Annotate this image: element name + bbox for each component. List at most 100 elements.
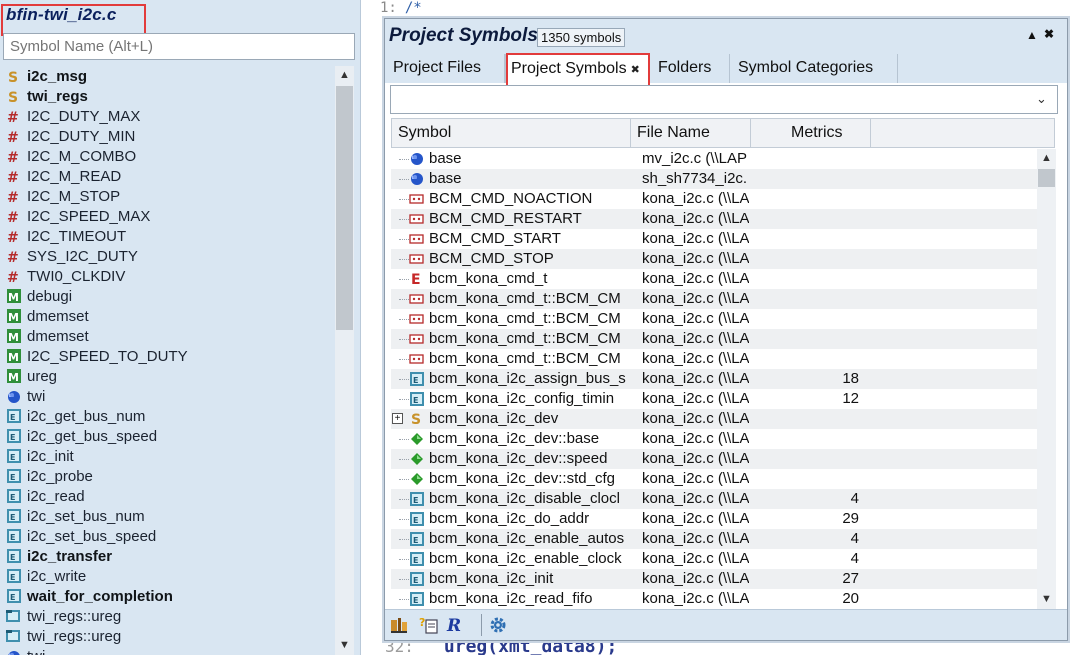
tab-label: Project Files	[393, 59, 482, 76]
symbol-label: I2C_M_STOP	[27, 187, 121, 205]
symbol-list-item[interactable]: # I2C_TIMEOUT	[0, 226, 333, 246]
symbol-list-item[interactable]: Ei2c_set_bus_num	[0, 506, 333, 526]
symbol-list-item[interactable]: twi_regs::ureg	[0, 606, 333, 626]
symbol-table-row[interactable]: bcm_kona_cmd_t::BCM_CM kona_i2c.c (\\LA	[391, 289, 1037, 309]
symbol-name-cell: BCM_CMD_NOACTION	[429, 190, 593, 207]
symbol-list-item[interactable]: # TWI0_CLKDIV	[0, 266, 333, 286]
symbol-table-row[interactable]: Ebcm_kona_i2c_init kona_i2c.c (\\LA 27	[391, 569, 1037, 589]
scroll-thumb[interactable]	[336, 86, 353, 330]
symbol-label: twi_regs::ureg	[27, 627, 122, 645]
symbol-list-item[interactable]: Ei2c_probe	[0, 466, 333, 486]
symbol-table-row[interactable]: bcm_kona_cmd_t::BCM_CM kona_i2c.c (\\LA	[391, 329, 1037, 349]
symbol-list-item[interactable]: Ei2c_read	[0, 486, 333, 506]
symbol-table-row[interactable]: Ebcm_kona_i2c_disable_clocl kona_i2c.c (\…	[391, 489, 1037, 509]
lookup-references-icon[interactable]: ?	[419, 615, 439, 635]
symbol-list-item[interactable]: Stwi_regs	[0, 86, 333, 106]
symbol-browser-icon[interactable]	[389, 615, 409, 635]
regex-icon[interactable]: R	[445, 615, 465, 635]
symbol-table-row[interactable]: Ebcm_kona_cmd_t kona_i2c.c (\\LA	[391, 269, 1037, 289]
symbol-table-row[interactable]: Ebcm_kona_i2c_enable_clock kona_i2c.c (\\…	[391, 549, 1037, 569]
symbol-list-item[interactable]: twi_regs::ureg	[0, 626, 333, 646]
column-header-metrics[interactable]: Metrics	[751, 119, 871, 147]
member-function-icon	[6, 609, 21, 624]
symbol-search-input[interactable]	[3, 33, 355, 60]
symbol-list-item[interactable]: # I2C_M_READ	[0, 166, 333, 186]
grid-scrollbar[interactable]: ▲ ▼	[1037, 149, 1056, 609]
symbol-table-row[interactable]: bcm_kona_cmd_t::BCM_CM kona_i2c.c (\\LA	[391, 309, 1037, 329]
symbol-label: twi	[27, 648, 45, 655]
chevron-down-icon[interactable]: ⌄	[1036, 91, 1047, 107]
scroll-down-icon[interactable]: ▼	[1037, 590, 1056, 608]
settings-gear-icon[interactable]	[488, 615, 508, 635]
symbol-list-item[interactable]: Mdmemset	[0, 306, 333, 326]
symbol-list-item[interactable]: # I2C_SPEED_MAX	[0, 206, 333, 226]
symbol-table-row[interactable]: base mv_i2c.c (\\LAP	[391, 149, 1037, 169]
close-window-button[interactable]: ✖	[1044, 27, 1054, 41]
symbol-list-item[interactable]: Ei2c_write	[0, 566, 333, 586]
expand-icon[interactable]: +	[392, 413, 403, 424]
tab-project-symbols[interactable]: Project Symbols ✖	[505, 54, 650, 83]
project-window-title: Project Symbols	[389, 25, 538, 46]
tab-folders[interactable]: Folders	[650, 54, 730, 83]
tree-connector	[399, 179, 409, 180]
symbol-list-item[interactable]: Ei2c_get_bus_num	[0, 406, 333, 426]
symbol-table-row[interactable]: BCM_CMD_STOP kona_i2c.c (\\LA	[391, 249, 1037, 269]
tab-close-icon[interactable]: ✖	[631, 64, 640, 76]
metrics-cell: 20	[842, 590, 859, 607]
symbol-list-item[interactable]: Ei2c_init	[0, 446, 333, 466]
symbol-list-item[interactable]: Mureg	[0, 366, 333, 386]
scroll-up-icon[interactable]: ▲	[1037, 149, 1056, 167]
metrics-cell: 29	[842, 510, 859, 527]
symbol-table-row[interactable]: Ebcm_kona_i2c_enable_autos kona_i2c.c (\\…	[391, 529, 1037, 549]
symbol-table-row[interactable]: + Sbcm_kona_i2c_dev kona_i2c.c (\\LA	[391, 409, 1037, 429]
svg-text:#: #	[7, 150, 19, 164]
symbol-table-row[interactable]: BCM_CMD_START kona_i2c.c (\\LA	[391, 229, 1037, 249]
symbol-list-item[interactable]: Mdebugi	[0, 286, 333, 306]
symbol-table-row[interactable]: Ebcm_kona_i2c_read_fifo kona_i2c.c (\\LA 2…	[391, 589, 1037, 609]
enum-constant-icon	[409, 251, 424, 266]
symbol-list-item[interactable]: Mdmemset	[0, 326, 333, 346]
column-header-file-name[interactable]: File Name	[631, 119, 751, 147]
symbol-list-item[interactable]: # I2C_M_STOP	[0, 186, 333, 206]
symbol-list-item[interactable]: # I2C_DUTY_MIN	[0, 126, 333, 146]
symbol-table-row[interactable]: bcm_kona_i2c_dev::std_cfg kona_i2c.c (\\L…	[391, 469, 1037, 489]
symbol-list-item[interactable]: Si2c_msg	[0, 66, 333, 86]
symbol-table-row[interactable]: Ebcm_kona_i2c_assign_bus_s kona_i2c.c (\\…	[391, 369, 1037, 389]
symbol-table-row[interactable]: bcm_kona_i2c_dev::base kona_i2c.c (\\LA	[391, 429, 1037, 449]
symbol-list-item[interactable]: # SYS_I2C_DUTY	[0, 246, 333, 266]
symbol-list-item[interactable]: Ei2c_set_bus_speed	[0, 526, 333, 546]
symbol-table-row[interactable]: bcm_kona_i2c_dev::speed kona_i2c.c (\\LA	[391, 449, 1037, 469]
symbol-list-item[interactable]: M I2C_SPEED_TO_DUTY	[0, 346, 333, 366]
scroll-thumb[interactable]	[1038, 169, 1055, 187]
symbol-list-item[interactable]: twi	[0, 386, 333, 406]
scroll-down-icon[interactable]: ▼	[335, 636, 354, 654]
symbol-label: dmemset	[27, 307, 89, 325]
symbol-list-item[interactable]: twi	[0, 646, 333, 655]
scroll-up-icon[interactable]: ▲	[335, 66, 354, 84]
function-icon: E	[6, 569, 21, 584]
symbol-table-row[interactable]: BCM_CMD_RESTART kona_i2c.c (\\LA	[391, 209, 1037, 229]
tree-connector	[399, 319, 409, 320]
symbol-list-item[interactable]: # I2C_M_COMBO	[0, 146, 333, 166]
symbol-table-row[interactable]: BCM_CMD_NOACTION kona_i2c.c (\\LA	[391, 189, 1037, 209]
symbol-filter-input[interactable]	[390, 85, 1058, 114]
symbol-list-item[interactable]: # I2C_DUTY_MAX	[0, 106, 333, 126]
file-name-cell: kona_i2c.c (\\LA	[642, 390, 749, 407]
symbol-table-row[interactable]: base sh_sh7734_i2c.	[391, 169, 1037, 189]
svg-text:S: S	[8, 70, 18, 84]
symbol-name-cell: bcm_kona_i2c_dev::speed	[429, 450, 608, 467]
pin-window-button[interactable]: ▲	[1026, 28, 1038, 42]
tab-project-files[interactable]: Project Files	[385, 54, 505, 83]
symbol-list-item[interactable]: Ei2c_get_bus_speed	[0, 426, 333, 446]
symbol-list-item[interactable]: Ei2c_transfer	[0, 546, 333, 566]
symbol-list-item[interactable]: Ewait_for_completion	[0, 586, 333, 606]
symbol-table-row[interactable]: Ebcm_kona_i2c_config_timin kona_i2c.c (\\…	[391, 389, 1037, 409]
symbol-table-row[interactable]: bcm_kona_cmd_t::BCM_CM kona_i2c.c (\\LA	[391, 349, 1037, 369]
symbol-table-row[interactable]: Ebcm_kona_i2c_do_addr kona_i2c.c (\\LA 29	[391, 509, 1037, 529]
column-header-symbol[interactable]: Symbol	[392, 119, 631, 147]
symbol-list-scrollbar[interactable]: ▲ ▼	[335, 66, 354, 655]
file-name-cell: kona_i2c.c (\\LA	[642, 490, 749, 507]
tab-symbol-categories[interactable]: Symbol Categories	[730, 54, 898, 83]
file-name-cell: kona_i2c.c (\\LA	[642, 230, 749, 247]
symbol-label: i2c_read	[27, 487, 85, 505]
